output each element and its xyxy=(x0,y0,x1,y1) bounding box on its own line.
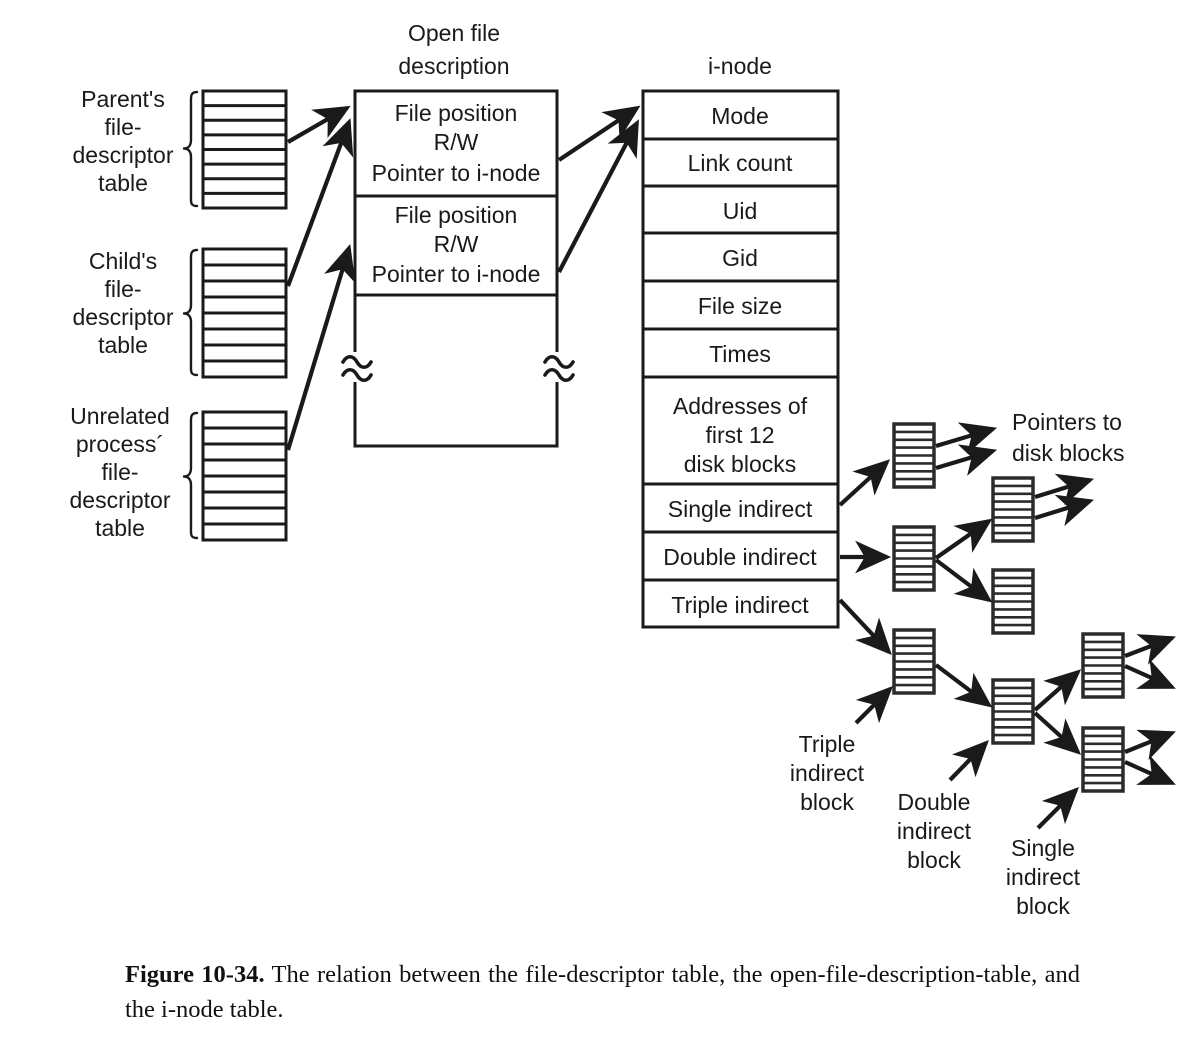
triple-label-line-1: Triple xyxy=(799,731,856,757)
arrow-label-double-indirect-block xyxy=(948,739,989,782)
arrow-block-f-to-level3-upper xyxy=(1033,669,1082,712)
arrow-block-c-to-level2 xyxy=(934,663,993,708)
figure-number: Figure 10-34. xyxy=(125,961,265,988)
figure-container: Open file description i-node Pointers to… xyxy=(0,0,1193,1044)
arrow-block-f-to-level3-lower xyxy=(1033,711,1082,755)
arrow-ofd-entry-0-to-inode xyxy=(557,105,641,162)
arrow-block-g-pointer-2 xyxy=(1124,659,1176,689)
arrow-single-indirect-to-block xyxy=(838,459,891,507)
arrow-unrelated-to-ofd-entry-1 xyxy=(285,243,356,451)
inode-field-triple-indirect: Triple indirect xyxy=(671,592,809,618)
fd-table-child-label-line-2: file- xyxy=(104,276,141,302)
inode-field-link-count: Link count xyxy=(688,150,793,176)
fd-table-child-label-line-1: Child's xyxy=(89,248,157,274)
ofd-entry-1-line-2: R/W xyxy=(434,231,479,257)
arrow-label-triple-indirect-block xyxy=(854,686,893,725)
fd-table-parent-label-line-3: descriptor xyxy=(73,142,174,168)
fd-table-parent-label-line-1: Parent's xyxy=(81,86,165,112)
inode-heading: i-node xyxy=(708,53,772,79)
fd-table-parent-label-line-2: file- xyxy=(104,114,141,140)
disk-block-double-indirect-child-lower[interactable] xyxy=(991,568,1035,635)
heading-open-file-description: Open file description xyxy=(398,20,509,79)
double-label-line-1: Double xyxy=(898,789,971,815)
ofd-entry-0-line-1: File position xyxy=(395,100,518,126)
arrow-block-b-to-child-upper xyxy=(934,518,993,560)
fd-table-unrelated-label-line-2: process´ xyxy=(76,431,164,457)
ofd-heading-line-2: description xyxy=(398,53,509,79)
fd-table-unrelated-label-line-4: descriptor xyxy=(70,487,171,513)
inode-table[interactable]: Mode Link count Uid Gid File size Times … xyxy=(641,89,840,629)
ofd-entry-1-line-1: File position xyxy=(395,202,518,228)
ofd-break-marker-right xyxy=(543,352,575,383)
inode-field-single-indirect: Single indirect xyxy=(668,496,813,522)
inode-field-gid: Gid xyxy=(722,245,758,271)
inode-field-times: Times xyxy=(709,341,771,367)
figure-caption-text: The relation between the file-descriptor… xyxy=(125,961,1080,1023)
inode-field-addresses-line-1: Addresses of xyxy=(673,393,808,419)
double-label-line-2: indirect xyxy=(897,818,972,844)
fd-table-unrelated-brace xyxy=(182,411,199,540)
inode-field-double-indirect: Double indirect xyxy=(663,544,817,570)
arrow-child-to-ofd-entry-0 xyxy=(286,118,354,287)
label-double-indirect-block: Double indirect block xyxy=(897,789,972,873)
fd-table-unrelated-label-line-5: table xyxy=(95,515,145,541)
open-file-description-table[interactable]: File position R/W Pointer to i-node File… xyxy=(341,89,575,448)
single-label-line-2: indirect xyxy=(1006,864,1081,890)
arrow-triple-indirect-to-block xyxy=(838,598,892,656)
arrow-block-h-pointer-2 xyxy=(1124,755,1176,785)
triple-label-line-3: block xyxy=(800,789,854,815)
fd-table-unrelated-label-line-1: Unrelated xyxy=(70,403,170,429)
fd-table-unrelated-label-line-3: file- xyxy=(101,459,138,485)
ofd-entry-0-line-3: Pointer to i-node xyxy=(372,160,541,186)
disk-block-triple-indirect-level3-lower[interactable] xyxy=(1081,726,1125,793)
label-triple-indirect-block: Triple indirect block xyxy=(790,731,865,815)
arrow-block-d-pointer-1 xyxy=(1034,473,1095,506)
double-label-line-3: block xyxy=(907,847,961,873)
disk-block-single-indirect-target[interactable] xyxy=(892,422,936,489)
ofd-break-marker-left xyxy=(341,352,373,383)
disk-block-triple-indirect-level3-upper[interactable] xyxy=(1081,632,1125,699)
fd-table-child[interactable]: Child's file- descriptor table xyxy=(73,247,288,379)
ofd-heading-line-1: Open file xyxy=(408,20,500,46)
arrow-block-b-to-child-lower xyxy=(934,558,993,603)
arrow-ofd-entry-1-to-inode xyxy=(557,119,639,273)
inode-field-file-size: File size xyxy=(698,293,782,319)
triple-label-line-2: indirect xyxy=(790,760,865,786)
fd-table-parent[interactable]: Parent's file- descriptor table xyxy=(73,86,288,210)
filesystem-diagram: Open file description i-node Pointers to… xyxy=(70,20,1176,919)
single-label-line-3: block xyxy=(1016,893,1070,919)
fd-table-child-label-line-4: table xyxy=(98,332,148,358)
arrow-block-a-pointer-1 xyxy=(935,422,998,454)
figure-caption: Figure 10-34. The relation between the f… xyxy=(125,958,1080,1028)
disk-block-triple-indirect-level2[interactable] xyxy=(991,678,1035,745)
pointers-to-disk-blocks-label: Pointers to disk blocks xyxy=(1012,409,1124,466)
label-single-indirect-block: Single indirect block xyxy=(1006,835,1081,919)
arrow-block-g-pointer-1 xyxy=(1124,634,1176,665)
inode-field-mode: Mode xyxy=(711,103,769,129)
fd-table-child-brace xyxy=(182,248,199,377)
inode-field-addresses-line-2: first 12 xyxy=(705,422,774,448)
ofd-entry-1-line-3: Pointer to i-node xyxy=(372,261,541,287)
arrow-block-d-pointer-2 xyxy=(1034,494,1095,527)
arrow-block-h-pointer-1 xyxy=(1124,729,1176,761)
disk-block-double-indirect-level1[interactable] xyxy=(892,525,936,592)
ofd-entry-0-line-2: R/W xyxy=(434,129,479,155)
pointers-label-line-2: disk blocks xyxy=(1012,440,1124,466)
fd-table-parent-brace xyxy=(182,90,199,208)
pointers-label-line-1: Pointers to xyxy=(1012,409,1122,435)
arrow-label-single-indirect-block xyxy=(1036,787,1079,830)
fd-table-parent-label-line-4: table xyxy=(98,170,148,196)
fd-table-child-label-line-3: descriptor xyxy=(73,304,174,330)
inode-field-addresses-line-3: disk blocks xyxy=(684,451,796,477)
single-label-line-1: Single xyxy=(1011,835,1075,861)
disk-block-double-indirect-child-upper[interactable] xyxy=(991,476,1035,543)
arrow-block-a-pointer-2 xyxy=(935,444,998,476)
disk-block-triple-indirect-level1[interactable] xyxy=(892,628,936,695)
fd-table-unrelated[interactable]: Unrelated process´ file- descriptor tabl… xyxy=(70,403,288,542)
inode-field-uid: Uid xyxy=(723,198,758,224)
arrow-parent-to-ofd-entry-0 xyxy=(286,105,351,144)
